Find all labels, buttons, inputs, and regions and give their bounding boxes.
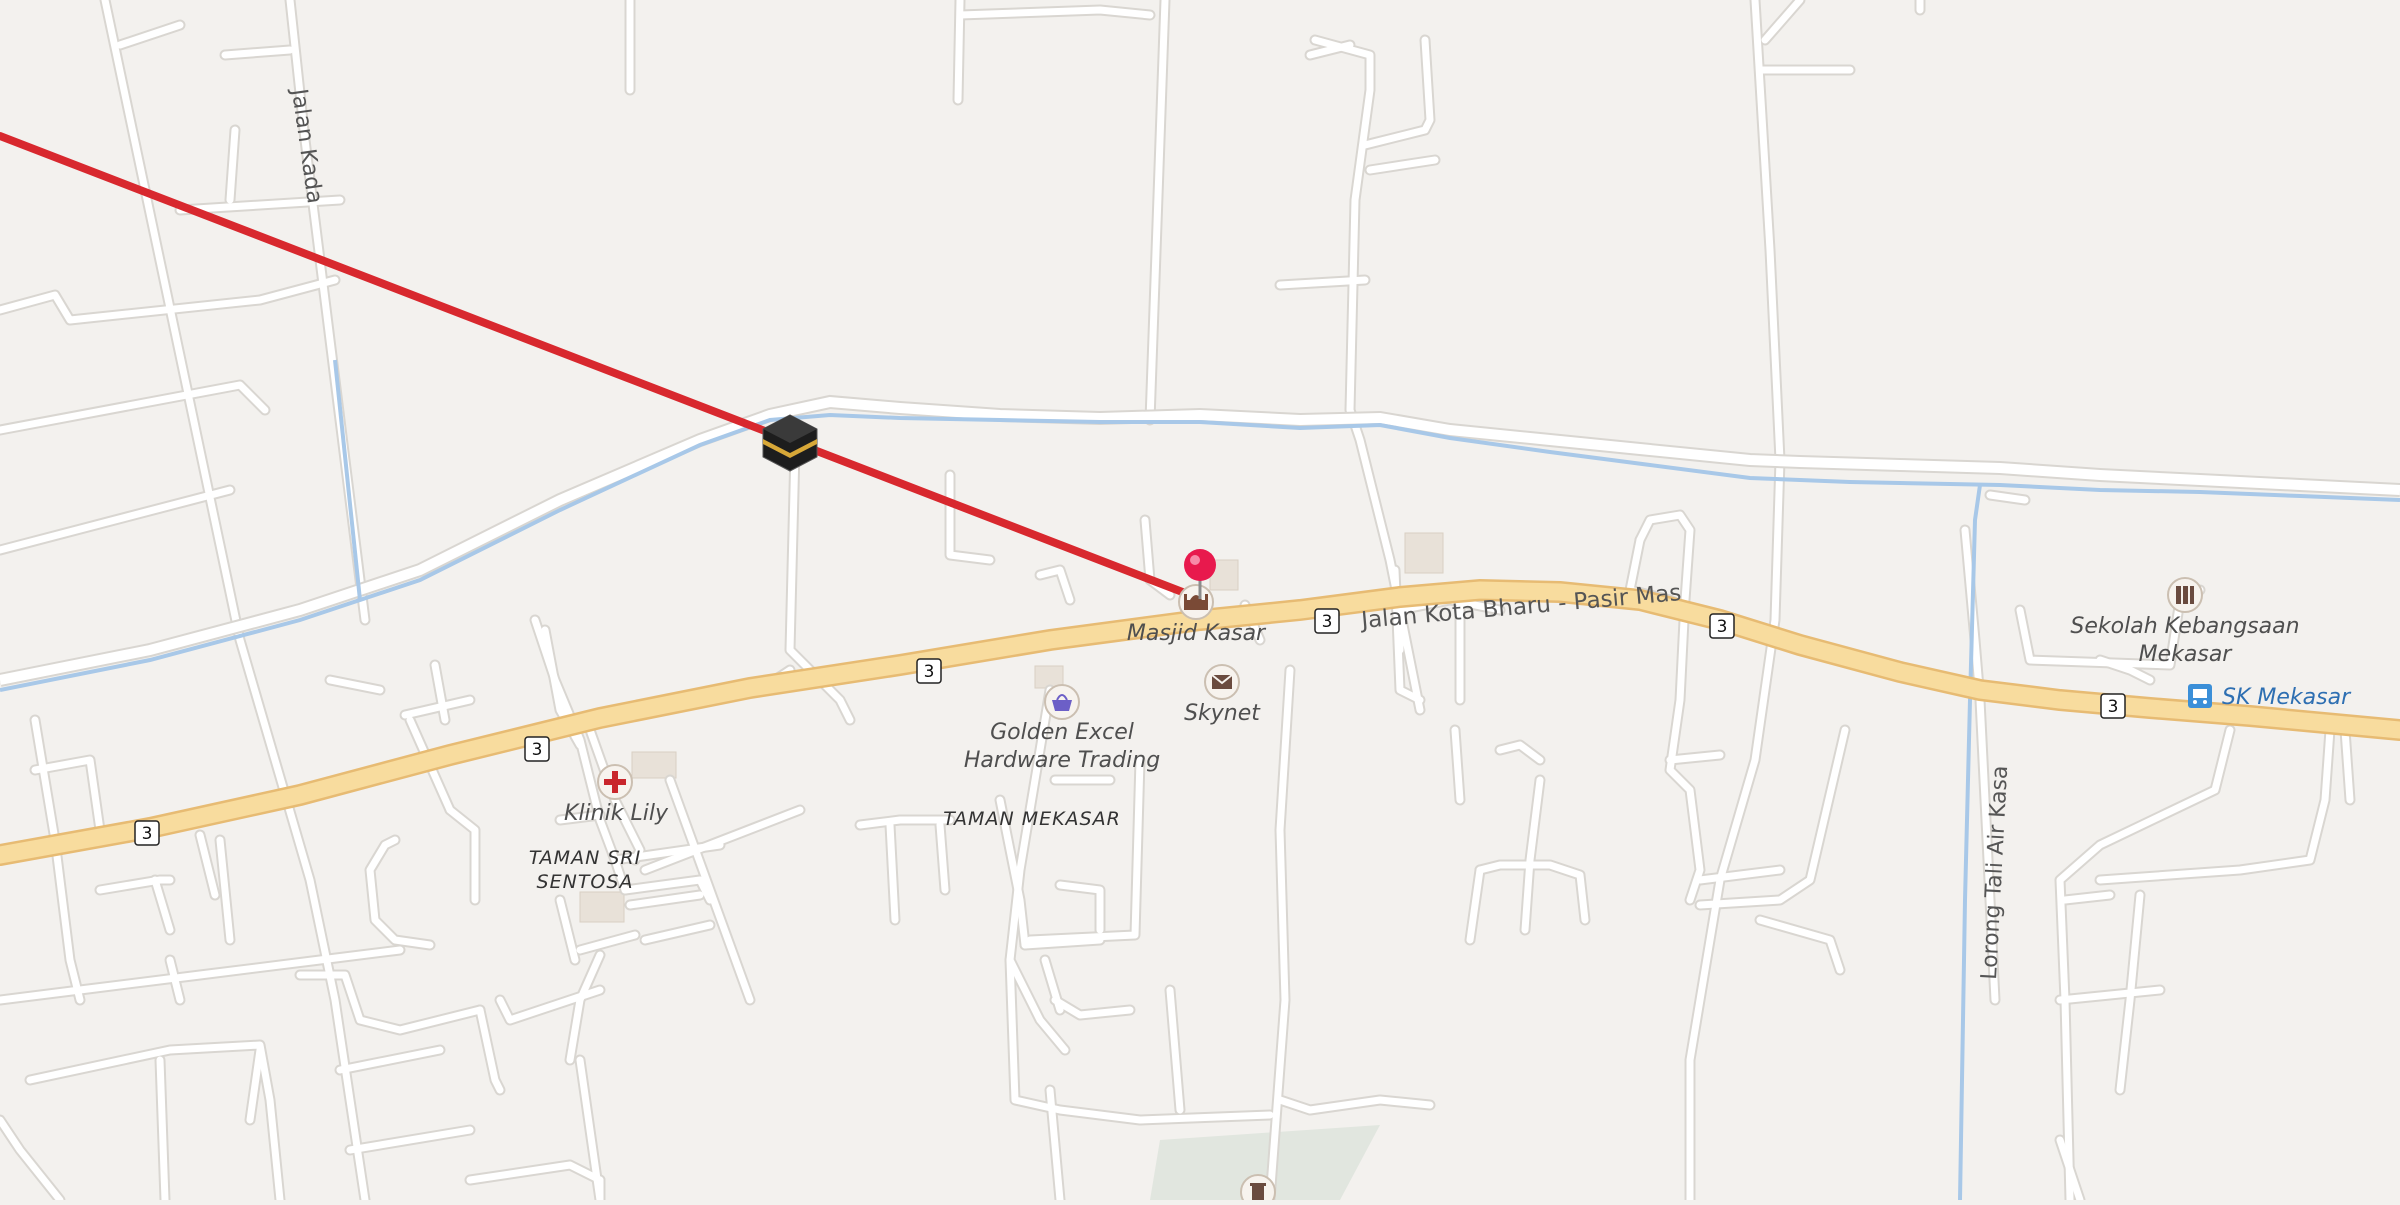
svg-text:3: 3 [1717,617,1728,637]
svg-text:3: 3 [532,740,543,760]
route-shield: 3 [134,820,160,846]
route-shield: 3 [2100,693,2126,719]
poi-label-sk-mekasar[interactable]: SK Mekasar [2222,685,2352,710]
building [1404,532,1444,574]
poi-label-sekolah[interactable]: Mekasar [2139,642,2234,667]
shopping-basket-icon[interactable] [1044,684,1080,720]
area-label-taman-sri-sentosa: TAMAN SRI [529,847,641,869]
svg-text:3: 3 [924,662,935,682]
medical-cross-icon[interactable] [597,764,633,800]
route-shield: 3 [1709,613,1735,639]
kaaba-icon[interactable] [762,414,818,472]
school-icon[interactable] [2167,577,2203,613]
building [631,751,677,779]
poi-label-sekolah[interactable]: Sekolah Kebangsaan [2070,614,2299,639]
mail-icon[interactable] [1204,664,1240,700]
poi-label-golden-excel[interactable]: Golden Excel [990,720,1134,745]
map-canvas[interactable]: Jalan Kada Jalan Kota Bharu - Pasir Mas … [0,0,2400,1205]
route-shield: 3 [524,736,550,762]
poi-label-skynet[interactable]: Skynet [1184,701,1261,726]
bus-stop-icon[interactable] [2188,684,2212,708]
street-label-jalan-kada: Jalan Kada [286,85,327,205]
mosque-icon[interactable] [1178,584,1214,620]
poi-label-klinik-lily[interactable]: Klinik Lily [564,801,669,826]
area-label-taman-mekasar: TAMAN MEKASAR [943,808,1121,830]
route-shield: 3 [1314,608,1340,634]
map-view[interactable]: Jalan Kada Jalan Kota Bharu - Pasir Mas … [0,0,2400,1205]
area-label-taman-sri-sentosa: SENTOSA [537,871,634,893]
minor-roads [0,0,2354,1204]
svg-text:3: 3 [1322,612,1333,632]
building [579,891,625,923]
svg-text:3: 3 [2108,697,2119,717]
poi-label-golden-excel[interactable]: Hardware Trading [964,748,1160,773]
waste-basket-icon[interactable] [1240,1174,1276,1205]
route-shield: 3 [916,658,942,684]
poi-label-masjid[interactable]: Masjid Kasar [1127,621,1267,646]
svg-text:3: 3 [142,824,153,844]
